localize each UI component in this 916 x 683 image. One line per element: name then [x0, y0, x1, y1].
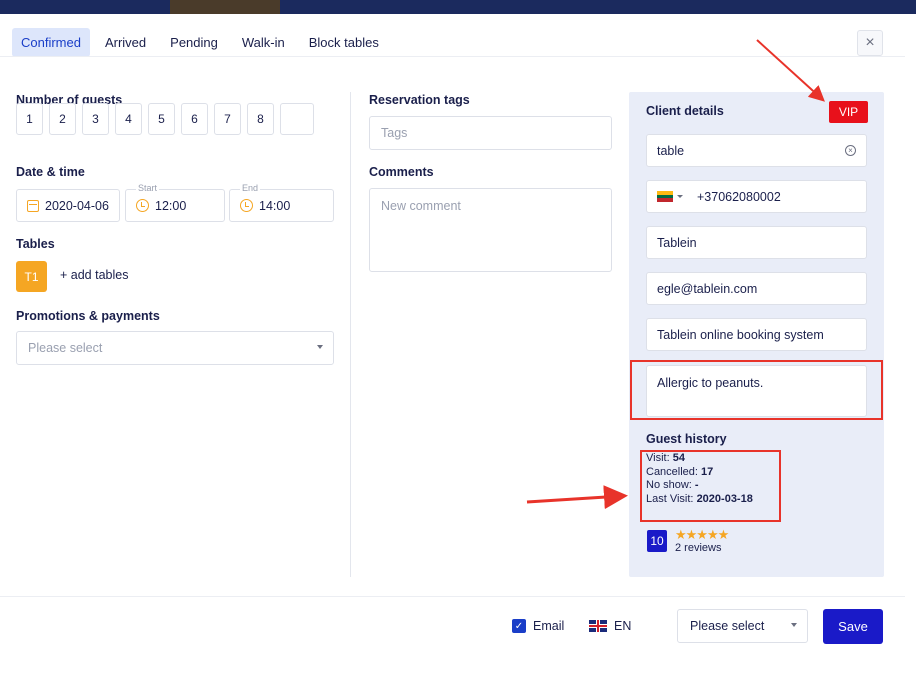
reviews-count[interactable]: 2 reviews	[675, 542, 721, 554]
chevron-down-icon	[791, 623, 797, 627]
guest-history-title: Guest history	[646, 432, 727, 446]
clear-icon[interactable]: ×	[845, 145, 856, 156]
end-label: End	[240, 183, 261, 193]
date-field[interactable]: 2020-04-06	[16, 189, 120, 222]
footer-divider	[0, 596, 905, 597]
tab-block-tables[interactable]: Block tables	[300, 28, 388, 57]
calendar-icon	[27, 199, 39, 212]
guest-option-3[interactable]: 3	[82, 103, 109, 135]
annotation-box-note	[630, 360, 883, 420]
promotions-placeholder: Please select	[28, 341, 103, 355]
add-tables-link[interactable]: + add tables	[60, 268, 128, 282]
save-button[interactable]: Save	[823, 609, 883, 644]
chevron-down-icon	[317, 345, 323, 349]
footer-select-value: Please select	[690, 619, 765, 633]
reservation-tags-label: Reservation tags	[369, 93, 470, 107]
guest-count-selector: 1 2 3 4 5 6 7 8	[16, 103, 314, 135]
client-email-field[interactable]: egle@tablein.com	[646, 272, 867, 305]
client-name-value: Tablein	[657, 235, 697, 250]
guest-custom-input[interactable]	[280, 103, 314, 135]
datetime-label: Date & time	[16, 165, 85, 179]
tab-pending[interactable]: Pending	[161, 28, 227, 57]
end-time-field[interactable]: End 14:00	[229, 183, 334, 222]
promotions-label: Promotions & payments	[16, 309, 160, 323]
close-icon: ×	[865, 34, 875, 51]
client-name-field[interactable]: Tablein	[646, 226, 867, 259]
language-label[interactable]: EN	[614, 619, 631, 633]
tab-walk-in[interactable]: Walk-in	[233, 28, 294, 57]
vip-badge[interactable]: VIP	[829, 101, 868, 123]
guest-option-7[interactable]: 7	[214, 103, 241, 135]
client-search-value: table	[657, 143, 685, 158]
lithuania-flag-icon[interactable]	[657, 191, 673, 203]
clock-icon	[136, 199, 149, 212]
client-company-field[interactable]: Tablein online booking system	[646, 318, 867, 351]
tables-label: Tables	[16, 237, 55, 251]
start-time-field[interactable]: Start 12:00	[125, 183, 225, 222]
client-details-title: Client details	[646, 104, 724, 118]
phone-field[interactable]: +37062080002	[646, 180, 867, 213]
star-rating-icon: ★★★★★	[675, 527, 729, 542]
guest-option-5[interactable]: 5	[148, 103, 175, 135]
tags-placeholder: Tags	[381, 126, 408, 140]
footer-select[interactable]: Please select	[677, 609, 808, 643]
tags-input[interactable]: Tags	[369, 116, 612, 150]
end-time-value: 14:00	[259, 198, 291, 213]
rating-badge: 10	[647, 530, 667, 552]
comments-label: Comments	[369, 165, 434, 179]
date-value: 2020-04-06	[45, 198, 109, 213]
header-divider	[0, 56, 905, 57]
chevron-down-icon[interactable]	[677, 195, 683, 198]
email-label: Email	[533, 619, 565, 633]
start-label: Start	[136, 183, 160, 193]
comment-textarea[interactable]: New comment	[369, 188, 612, 272]
status-tabs: Confirmed Arrived Pending Walk-in Block …	[12, 28, 388, 57]
app-topbar	[0, 0, 916, 14]
guest-option-2[interactable]: 2	[49, 103, 76, 135]
uk-flag-icon[interactable]	[589, 620, 607, 632]
guest-option-4[interactable]: 4	[115, 103, 142, 135]
guest-option-8[interactable]: 8	[247, 103, 274, 135]
client-email-value: egle@tablein.com	[657, 281, 758, 296]
promotions-select[interactable]: Please select	[16, 331, 334, 365]
client-company-value: Tablein online booking system	[657, 327, 824, 342]
start-time-value: 12:00	[155, 198, 187, 213]
guest-option-1[interactable]: 1	[16, 103, 43, 135]
close-button[interactable]: ×	[857, 30, 883, 56]
beta-banner	[170, 0, 280, 14]
tab-confirmed[interactable]: Confirmed	[12, 28, 90, 57]
table-chip-t1[interactable]: T1	[16, 261, 47, 292]
column-divider	[350, 92, 351, 577]
guest-option-6[interactable]: 6	[181, 103, 208, 135]
clock-icon	[240, 199, 253, 212]
email-checkbox[interactable]: ✓	[512, 619, 526, 633]
tab-arrived[interactable]: Arrived	[96, 28, 155, 57]
client-search-input[interactable]: table ×	[646, 134, 867, 167]
phone-value: +37062080002	[697, 189, 781, 204]
comment-placeholder: New comment	[381, 199, 461, 213]
annotation-box-history	[640, 450, 781, 522]
